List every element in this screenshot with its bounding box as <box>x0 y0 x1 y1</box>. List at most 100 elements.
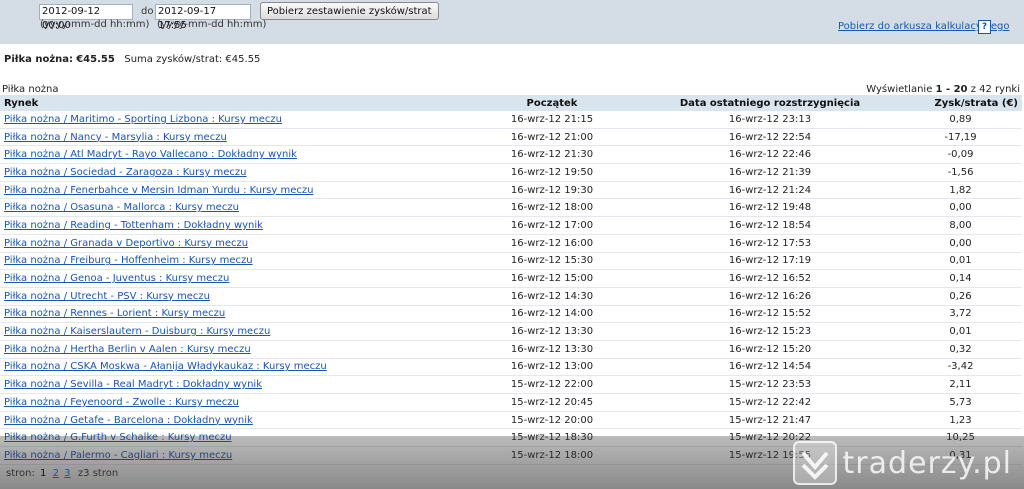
pager-page-3-link[interactable]: 3 <box>64 468 70 479</box>
column-header-market: Rynek <box>0 95 463 111</box>
start-time-cell: 15-wrz-12 22:00 <box>463 375 641 394</box>
market-cell: Piłka nożna / Fenerbahce v Mersin Idman … <box>0 181 463 200</box>
settled-time-cell: 16-wrz-12 22:54 <box>641 128 899 147</box>
market-link[interactable]: Piłka nożna / Granada v Deportivo : Kurs… <box>4 238 248 249</box>
market-cell: Piłka nożna / CSKA Moskwa - Ałanija Wład… <box>0 358 463 377</box>
table-row: Piłka nożna / Sevilla - Real Madryt : Do… <box>0 375 1022 394</box>
market-link[interactable]: Piłka nożna / Getafe - Barcelona : Dokła… <box>4 415 253 426</box>
market-cell: Piłka nożna / Freiburg - Hoffenheim : Ku… <box>0 252 463 271</box>
table-row: Piłka nożna / Feyenoord - Zwolle : Kursy… <box>0 393 1022 412</box>
market-link[interactable]: Piłka nożna / Rennes - Lorient : Kursy m… <box>4 308 225 319</box>
market-link[interactable]: Piłka nożna / Freiburg - Hoffenheim : Ku… <box>4 255 253 266</box>
profit-loss-cell: 1,23 <box>899 411 1022 430</box>
market-link[interactable]: Piłka nożna / Osasuna - Mallorca : Kursy… <box>4 202 239 213</box>
market-link[interactable]: Piłka nożna / Genoa - Juventus : Kursy m… <box>4 273 229 284</box>
paging-info: Wyświetlanie 1 - 20 z 42 rynki <box>866 84 1020 95</box>
table-row: Piłka nożna / CSKA Moskwa - Ałanija Wład… <box>0 358 1022 377</box>
market-link[interactable]: Piłka nożna / Atl Madryt - Rayo Vallecan… <box>4 149 297 160</box>
profit-loss-cell: 8,00 <box>899 216 1022 235</box>
pl-summary: Piłka nożna: €45.55 Suma zysków/strat: €… <box>4 54 260 65</box>
start-time-cell: 16-wrz-12 15:00 <box>463 269 641 288</box>
settled-time-cell: 16-wrz-12 17:53 <box>641 234 899 253</box>
market-link[interactable]: Piłka nożna / Kaiserslautern - Duisburg … <box>4 326 270 337</box>
table-row: Piłka nożna / Hertha Berlin v Aalen : Ku… <box>0 340 1022 359</box>
market-cell: Piłka nożna / Osasuna - Mallorca : Kursy… <box>0 198 463 218</box>
results-table: Rynek Początek Data ostatniego rozstrzyg… <box>0 95 1022 465</box>
market-cell: Piłka nożna / Nancy - Marsylia : Kursy m… <box>0 128 463 147</box>
settled-time-cell: 16-wrz-12 15:20 <box>641 340 899 359</box>
profit-loss-cell: 2,11 <box>899 375 1022 394</box>
start-time-cell: 16-wrz-12 13:30 <box>463 322 641 341</box>
sport-summary-value: €45.55 <box>76 54 115 65</box>
total-pl-value: €45.55 <box>225 54 261 65</box>
market-link[interactable]: Piłka nożna / Reading - Tottenham : Dokł… <box>4 220 263 231</box>
profit-loss-cell: -17,19 <box>899 128 1022 147</box>
profit-loss-cell: -0,09 <box>899 145 1022 165</box>
settled-time-cell: 16-wrz-12 22:46 <box>641 145 899 165</box>
profit-loss-cell: 0,00 <box>899 234 1022 253</box>
settled-time-cell: 16-wrz-12 17:19 <box>641 252 899 271</box>
settled-time-cell: 16-wrz-12 14:54 <box>641 358 899 377</box>
market-cell: Piłka nożna / Maritimo - Sporting Lizbon… <box>0 111 463 129</box>
table-row: Piłka nożna / Osasuna - Mallorca : Kursy… <box>0 198 1022 218</box>
pager-page-2-link[interactable]: 2 <box>53 468 59 479</box>
start-time-cell: 16-wrz-12 18:00 <box>463 198 641 218</box>
get-pl-report-button[interactable]: Pobierz zestawienie zysków/strat <box>260 2 439 20</box>
settled-time-cell: 15-wrz-12 21:47 <box>641 411 899 430</box>
table-row: Piłka nożna / Nancy - Marsylia : Kursy m… <box>0 128 1022 147</box>
settled-time-cell: 16-wrz-12 15:52 <box>641 305 899 324</box>
table-row: Piłka nożna / Rennes - Lorient : Kursy m… <box>0 305 1022 324</box>
settled-time-cell: 16-wrz-12 16:26 <box>641 287 899 306</box>
start-time-cell: 16-wrz-12 14:30 <box>463 287 641 306</box>
pager-current-page: 1 <box>40 468 47 479</box>
start-time-cell: 16-wrz-12 21:30 <box>463 145 641 165</box>
market-link[interactable]: Piłka nożna / Sociedad - Zaragoza : Kurs… <box>4 167 247 178</box>
date-to-label: do <box>141 6 154 17</box>
date-from-input[interactable]: 2012-09-12 00:00 <box>39 4 133 31</box>
paging-suffix: z 42 rynki <box>970 84 1020 95</box>
market-cell: Piłka nożna / G.Furth v Schalke : Kursy … <box>0 428 463 448</box>
table-row: Piłka nożna / Reading - Tottenham : Dokł… <box>0 216 1022 235</box>
table-row: Piłka nożna / Maritimo - Sporting Lizbon… <box>0 111 1022 129</box>
pager-total: z3 stron <box>77 468 119 479</box>
market-link[interactable]: Piłka nożna / Maritimo - Sporting Lizbon… <box>4 114 282 125</box>
start-time-cell: 15-wrz-12 18:30 <box>463 428 641 448</box>
profit-loss-cell: 0,32 <box>899 340 1022 359</box>
market-link[interactable]: Piłka nożna / Feyenoord - Zwolle : Kursy… <box>4 397 239 408</box>
settled-time-cell: 16-wrz-12 21:39 <box>641 163 899 182</box>
market-link[interactable]: Piłka nożna / Nancy - Marsylia : Kursy m… <box>4 132 227 143</box>
table-row: Piłka nożna / Getafe - Barcelona : Dokła… <box>0 411 1022 430</box>
market-link[interactable]: Piłka nożna / Fenerbahce v Mersin Idman … <box>4 185 313 196</box>
profit-loss-cell: 0,26 <box>899 287 1022 306</box>
market-link[interactable]: Piłka nożna / CSKA Moskwa - Ałanija Wład… <box>4 361 327 372</box>
market-link[interactable]: Piłka nożna / Utrecht - PSV : Kursy mecz… <box>4 291 210 302</box>
profit-loss-cell: 1,82 <box>899 181 1022 200</box>
profit-loss-cell: 0,89 <box>899 111 1022 129</box>
start-time-cell: 16-wrz-12 14:00 <box>463 305 641 324</box>
filter-bar: 2012-09-12 00:00 (yyyy-mm-dd hh:mm) do 2… <box>0 0 1024 44</box>
table-row: Piłka nożna / Atl Madryt - Rayo Vallecan… <box>0 145 1022 165</box>
column-header-settled: Data ostatniego rozstrzygnięcia <box>641 95 899 111</box>
market-cell: Piłka nożna / Atl Madryt - Rayo Vallecan… <box>0 145 463 165</box>
settled-time-cell: 16-wrz-12 16:52 <box>641 269 899 288</box>
help-icon[interactable]: ? <box>978 20 991 34</box>
settled-time-cell: 16-wrz-12 23:13 <box>641 111 899 129</box>
market-link[interactable]: Piłka nożna / Palermo - Cagliari : Kursy… <box>4 450 232 461</box>
start-time-cell: 16-wrz-12 13:30 <box>463 340 641 359</box>
market-link[interactable]: Piłka nożna / Hertha Berlin v Aalen : Ku… <box>4 344 251 355</box>
start-time-cell: 15-wrz-12 20:45 <box>463 393 641 412</box>
date-to-input[interactable]: 2012-09-17 17:55 <box>155 4 251 31</box>
table-row: Piłka nożna / G.Furth v Schalke : Kursy … <box>0 428 1022 448</box>
table-row: Piłka nożna / Sociedad - Zaragoza : Kurs… <box>0 163 1022 182</box>
market-cell: Piłka nożna / Hertha Berlin v Aalen : Ku… <box>0 340 463 359</box>
market-link[interactable]: Piłka nożna / G.Furth v Schalke : Kursy … <box>4 432 232 443</box>
start-time-cell: 16-wrz-12 21:00 <box>463 128 641 147</box>
profit-loss-cell: 0,00 <box>899 198 1022 218</box>
settled-time-cell: 16-wrz-12 19:48 <box>641 198 899 218</box>
market-cell: Piłka nożna / Feyenoord - Zwolle : Kursy… <box>0 393 463 412</box>
start-time-cell: 16-wrz-12 16:00 <box>463 234 641 253</box>
market-cell: Piłka nożna / Utrecht - PSV : Kursy mecz… <box>0 287 463 306</box>
pager-label: stron: <box>6 468 35 479</box>
market-link[interactable]: Piłka nożna / Sevilla - Real Madryt : Do… <box>4 379 262 390</box>
market-cell: Piłka nożna / Genoa - Juventus : Kursy m… <box>0 269 463 288</box>
